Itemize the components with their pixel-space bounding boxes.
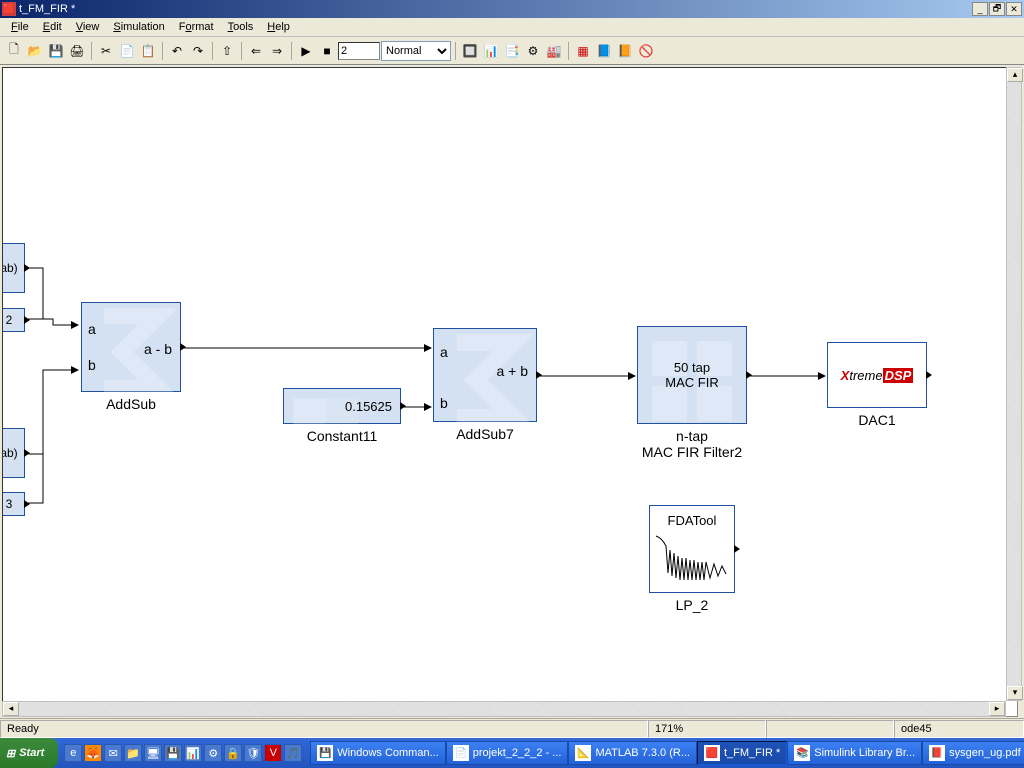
quick-launch: e 🦊 ✉ 📁 🖥 💾 📊 ⚙ 🔒 🛡 V 🎵 — [58, 744, 308, 762]
ql-icon-a[interactable]: 📊 — [184, 744, 202, 762]
block-fdatool[interactable]: FDATool LP_2 — [649, 505, 735, 613]
undo-icon[interactable]: ↶ — [167, 41, 187, 61]
partial-block-2: 2 — [6, 313, 13, 327]
tool-icon-5[interactable]: 🏭 — [544, 41, 564, 61]
block-addsub[interactable]: a b a - b AddSub — [81, 302, 181, 412]
minimize-button[interactable]: _ — [972, 2, 988, 16]
task-btn-3[interactable]: 🟥t_FM_FIR * — [697, 741, 787, 765]
play-icon[interactable]: ▶ — [296, 41, 316, 61]
toolbar: 🗋 📂 💾 🖨 ✂ 📄 📋 ↶ ↷ ⇧ ⇐ ⇒ ▶ ■ Normal 🔲 📊 📑… — [0, 37, 1024, 65]
block-macfir[interactable]: 50 tap MAC FIR n-tap MAC FIR Filter2 — [637, 326, 747, 460]
tool-icon-1[interactable]: 🔲 — [460, 41, 480, 61]
menu-tools[interactable]: Tools — [221, 19, 261, 35]
partial-block-3: 3 — [6, 497, 13, 511]
status-blank — [766, 720, 894, 738]
menu-edit[interactable]: Edit — [36, 19, 69, 35]
macfir-text2: MAC FIR — [665, 375, 718, 390]
close-button[interactable]: ✕ — [1006, 2, 1022, 16]
task-btn-1[interactable]: 📄projekt_2_2_2 - ... — [446, 741, 569, 765]
ql-icon-mail[interactable]: ✉ — [104, 744, 122, 762]
tool-icon-3[interactable]: 📑 — [502, 41, 522, 61]
taskbar: ⊞Start e 🦊 ✉ 📁 🖥 💾 📊 ⚙ 🔒 🛡 V 🎵 💾Windows … — [0, 738, 1024, 768]
task-btn-5[interactable]: 📕sysgen_ug.pdf - F... — [922, 741, 1024, 765]
block-constant11[interactable]: 0.15625 Constant11 — [283, 388, 401, 444]
titlebar: 🟥 t_FM_FIR * _ 🗗 ✕ — [0, 0, 1024, 18]
redo-icon[interactable]: ↷ — [188, 41, 208, 61]
tool-icon-2[interactable]: 📊 — [481, 41, 501, 61]
maximize-button[interactable]: 🗗 — [989, 2, 1005, 16]
ql-icon-b[interactable]: ⚙ — [204, 744, 222, 762]
forward-icon[interactable]: ⇒ — [267, 41, 287, 61]
menu-simulation[interactable]: Simulation — [106, 19, 171, 35]
macfir-text1: 50 tap — [674, 360, 710, 375]
tool-icon-8[interactable]: 📙 — [615, 41, 635, 61]
partial-block-ab2: ab) — [2, 446, 18, 460]
ql-icon-firefox[interactable]: 🦊 — [84, 744, 102, 762]
vertical-scrollbar[interactable]: ▴▾ — [1006, 67, 1022, 701]
task-btn-4[interactable]: 📚Simulink Library Br... — [787, 741, 922, 765]
ql-icon-ie[interactable]: e — [64, 744, 82, 762]
ql-icon-save[interactable]: 💾 — [164, 744, 182, 762]
window-title: t_FM_FIR * — [19, 3, 972, 15]
partial-block-ab1: ab) — [2, 261, 18, 275]
back-icon[interactable]: ⇐ — [246, 41, 266, 61]
step-input[interactable] — [338, 42, 380, 60]
task-btn-2[interactable]: 📐MATLAB 7.3.0 (R... — [568, 741, 697, 765]
model-canvas[interactable]: ab) 2 ab) 3 a b a - b AddSub 0.15625 — [2, 67, 1018, 717]
new-icon[interactable]: 🗋 — [4, 41, 24, 61]
cut-icon[interactable]: ✂ — [96, 41, 116, 61]
save-icon[interactable]: 💾 — [46, 41, 66, 61]
menu-view[interactable]: View — [69, 19, 107, 35]
print-icon[interactable]: 🖨 — [67, 41, 87, 61]
open-icon[interactable]: 📂 — [25, 41, 45, 61]
ql-icon-d[interactable]: 🛡 — [244, 744, 262, 762]
block-label: LP_2 — [649, 597, 735, 613]
task-btn-0[interactable]: 💾Windows Comman... — [310, 741, 445, 765]
tool-icon-9[interactable]: 🚫 — [636, 41, 656, 61]
block-dac1[interactable]: XtremeDSP DAC1 — [827, 342, 927, 428]
status-zoom: 171% — [648, 720, 766, 738]
stop-icon[interactable]: ■ — [317, 41, 337, 61]
canvas-area: ab) 2 ab) 3 a b a - b AddSub 0.15625 — [0, 65, 1024, 719]
menu-help[interactable]: Help — [260, 19, 297, 35]
app-icon: 🟥 — [2, 2, 16, 16]
block-addsub7[interactable]: a b a + b AddSub7 — [433, 328, 537, 442]
start-button[interactable]: ⊞Start — [0, 738, 58, 768]
task-buttons: 💾Windows Comman... 📄projekt_2_2_2 - ... … — [308, 741, 1024, 765]
fdatool-text: FDATool — [668, 513, 717, 528]
block-label: AddSub7 — [433, 426, 537, 442]
nav-up-icon[interactable]: ⇧ — [217, 41, 237, 61]
ql-icon-f[interactable]: 🎵 — [284, 744, 302, 762]
ql-icon-folder[interactable]: 📁 — [124, 744, 142, 762]
menu-file[interactable]: File — [4, 19, 36, 35]
tool-icon-4[interactable]: ⚙ — [523, 41, 543, 61]
mode-select[interactable]: Normal — [381, 41, 451, 61]
menubar: File Edit View Simulation Format Tools H… — [0, 18, 1024, 37]
status-solver: ode45 — [894, 720, 1024, 738]
status-ready: Ready — [0, 720, 648, 738]
statusbar: Ready 171% ode45 — [0, 718, 1024, 738]
block-label: AddSub — [81, 396, 181, 412]
block-label: DAC1 — [827, 412, 927, 428]
ql-icon-e[interactable]: V — [264, 744, 282, 762]
constant-value: 0.15625 — [345, 399, 392, 414]
horizontal-scrollbar[interactable]: ◂▸ — [2, 701, 1006, 717]
paste-icon[interactable]: 📋 — [138, 41, 158, 61]
menu-format[interactable]: Format — [172, 19, 221, 35]
ql-icon-desktop[interactable]: 🖥 — [144, 744, 162, 762]
block-label-2: MAC FIR Filter2 — [637, 444, 747, 460]
tool-icon-7[interactable]: 📘 — [594, 41, 614, 61]
copy-icon[interactable]: 📄 — [117, 41, 137, 61]
tool-icon-6[interactable]: ▦ — [573, 41, 593, 61]
ql-icon-c[interactable]: 🔒 — [224, 744, 242, 762]
